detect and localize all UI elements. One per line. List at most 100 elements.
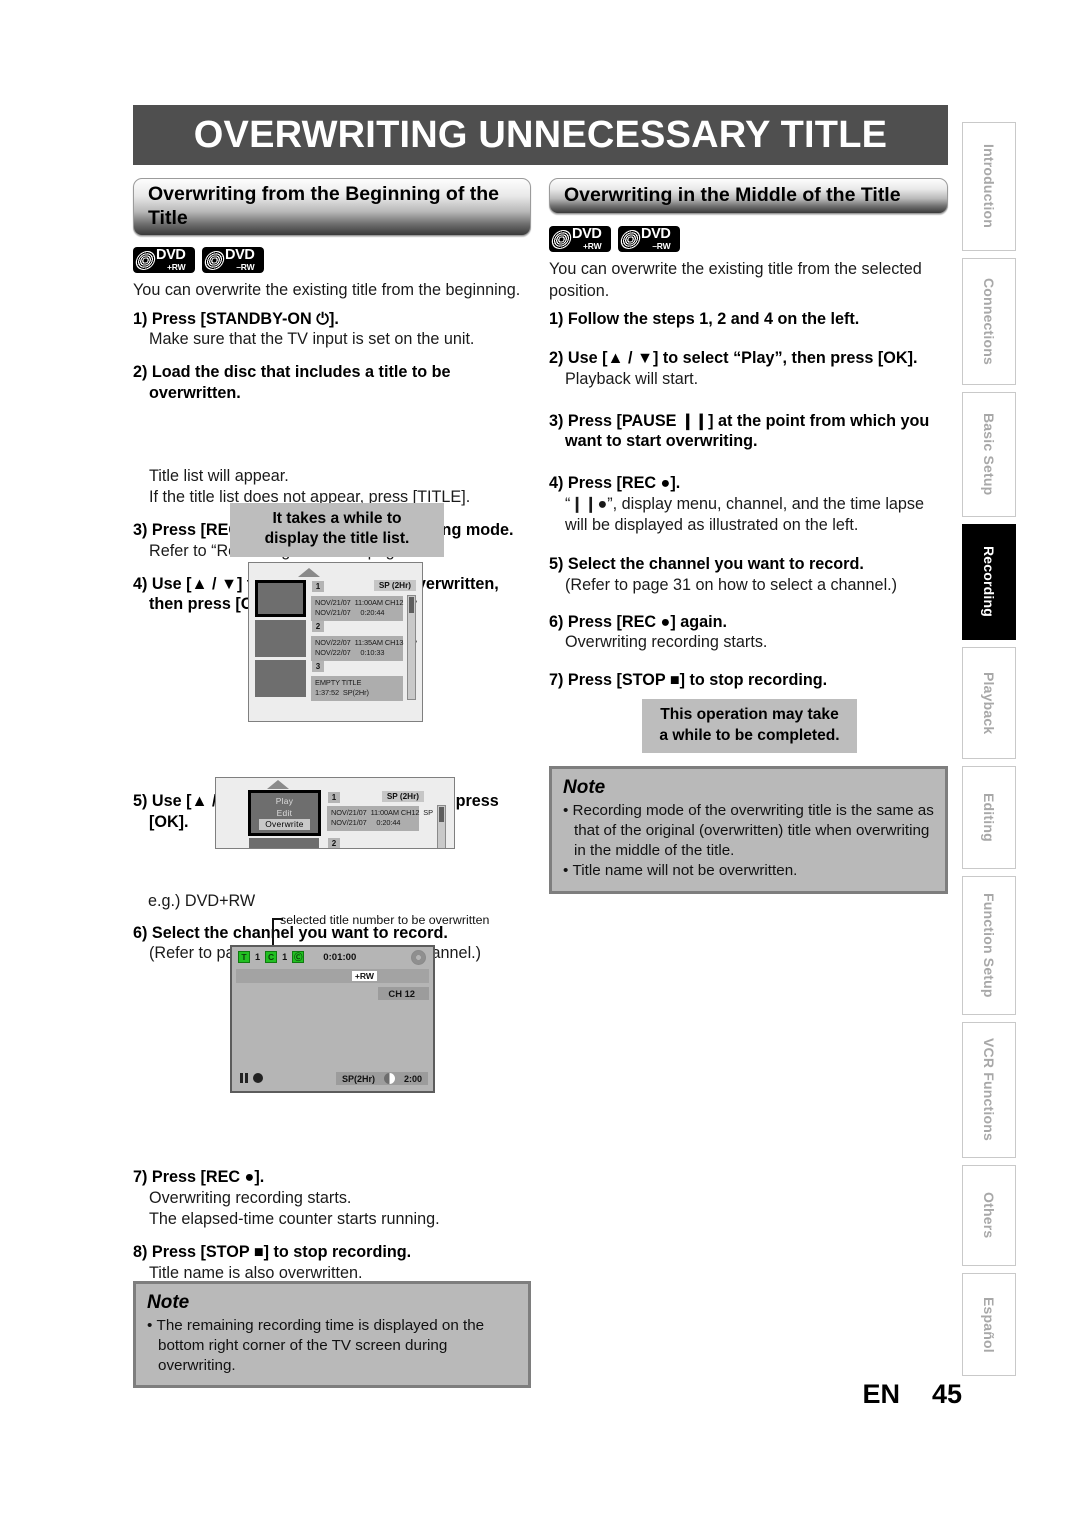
annotation-selected-title-number: selected title number to be overwritten xyxy=(280,913,490,927)
disc-icon xyxy=(618,229,643,249)
title-number-1: 1 xyxy=(312,581,324,592)
right-step-4-sub-0: “❙❙●”, display menu, channel, and the ti… xyxy=(565,494,925,534)
remaining-time-value: 2:00 xyxy=(403,1073,422,1084)
left-step-1-sub-0: Make sure that the TV input is set on th… xyxy=(149,330,475,349)
elapsed-time-value: 0:01:00 xyxy=(323,951,357,963)
tab-label: Basic Setup xyxy=(981,413,997,496)
right-step-2-sub-0: Playback will start. xyxy=(565,369,699,388)
page-footer: EN 45 xyxy=(862,1379,962,1410)
title-number-2: 2 xyxy=(328,838,340,848)
tab-label: Connections xyxy=(981,277,997,365)
footer-language: EN xyxy=(862,1379,900,1409)
rec-mode-value: SP(2Hr) xyxy=(341,1073,375,1084)
disc-badges-right: DVD +RW DVD –RW xyxy=(549,226,680,252)
note-title: Note xyxy=(563,777,606,798)
dvd-plus-rw-badge: DVD +RW xyxy=(133,247,195,273)
title-thumbnail-2[interactable] xyxy=(249,838,319,848)
section-header-right-label: Overwriting in the Middle of the Title xyxy=(564,184,901,207)
manual-page: OVERWRITING UNNECESSARY TITLE Overwritin… xyxy=(0,0,1080,1528)
menu-item-overwrite[interactable]: Overwrite xyxy=(259,819,310,830)
tab-others[interactable]: Others xyxy=(962,1164,1016,1266)
tv-osd-bottom-bar: SP(2Hr) 2:00 xyxy=(335,1072,428,1085)
right-step-7: 7) Press [STOP ■] to stop recording. xyxy=(549,670,828,689)
note-title: Note xyxy=(147,1292,190,1313)
rec-mode-badge: SP (2Hr) xyxy=(381,791,424,802)
section-header-right: Overwriting in the Middle of the Title xyxy=(549,178,948,214)
right-step-1: 1) Follow the steps 1, 2 and 4 on the le… xyxy=(549,310,860,329)
tab-label: Español xyxy=(981,1296,997,1353)
scrollbar-thumb[interactable] xyxy=(439,807,444,822)
tab-label: VCR Functions xyxy=(981,1038,997,1142)
tab-editing[interactable]: Editing xyxy=(962,765,1016,870)
disc-type-badge: +RW xyxy=(351,971,377,981)
left-step-8: 8) Press [STOP ■] to stop recording. xyxy=(133,1243,412,1262)
tab-label: Function Setup xyxy=(981,893,997,998)
tab-label: Recording xyxy=(981,546,997,618)
title-list-screenshot-2: Play Edit Overwrite 1 SP (2Hr) NOV/21/07… xyxy=(215,777,455,849)
right-step-6-sub-0: Overwriting recording starts. xyxy=(565,633,768,652)
left-step-1: 1) Press [STANDBY-ON ⏻]. xyxy=(133,309,339,328)
title-indicator-icon: T xyxy=(238,951,250,963)
note-box-left: Note • The remaining recording time is d… xyxy=(133,1281,531,1389)
title-thumbnail-selected[interactable] xyxy=(255,580,306,617)
title-thumbnail-3[interactable] xyxy=(255,660,306,697)
title-number-3: 3 xyxy=(312,661,324,672)
page-title: OVERWRITING UNNECESSARY TITLE xyxy=(193,113,888,156)
dvd-badge-main: DVD xyxy=(641,226,671,243)
dvd-badge-sub: –RW xyxy=(236,262,255,273)
title-info-2: NOV/22/07 11:35AM CH13 EP NOV/22/07 0:10:… xyxy=(311,636,417,661)
page-banner: OVERWRITING UNNECESSARY TITLE xyxy=(133,105,948,165)
dvd-badge-sub: –RW xyxy=(652,241,671,252)
dvd-minus-rw-badge: DVD –RW xyxy=(618,226,680,252)
note-item: • The remaining recording time is displa… xyxy=(147,1317,485,1374)
scrollbar-track[interactable] xyxy=(437,805,446,848)
tv-osd-topbar: T 1 C 1 Ⓒ 0:01:00 xyxy=(232,947,433,967)
right-step-6: 6) Press [REC ●] again. xyxy=(549,612,727,631)
note-item: • Recording mode of the overwriting titl… xyxy=(563,802,934,859)
rec-mode-badge: SP (2Hr) xyxy=(373,580,416,591)
disc-remaining-icon xyxy=(383,1073,395,1084)
tab-label: Introduction xyxy=(981,144,997,229)
right-step-5-sub-0: (Refer to page 31 on how to select a cha… xyxy=(565,575,898,594)
left-step-2-sub-0: Title list will appear. xyxy=(149,466,289,485)
dvd-badge-main: DVD xyxy=(572,226,602,243)
section-header-left-label: Overwriting from the Beginning of the Ti… xyxy=(148,183,499,229)
tab-basic-setup[interactable]: Basic Setup xyxy=(962,391,1016,517)
footer-page-number: 45 xyxy=(931,1379,962,1409)
right-step-5: 5) Select the channel you want to record… xyxy=(549,554,864,573)
tab-espa-ol[interactable]: Español xyxy=(962,1272,1016,1377)
title-list-screenshot-1: 1 SP (2Hr) NOV/21/07 11:00AM CH12 SP NOV/… xyxy=(248,562,423,722)
tab-vcr-functions[interactable]: VCR Functions xyxy=(962,1021,1016,1158)
left-step-7: 7) Press [REC ●]. xyxy=(133,1168,265,1187)
tab-playback[interactable]: Playback xyxy=(962,646,1016,759)
scrollbar-thumb[interactable] xyxy=(409,597,414,613)
left-step-7-sub-0: Overwriting recording starts. xyxy=(149,1189,352,1208)
right-step-2: 2) Use [▲ / ▼] to select “Play”, then pr… xyxy=(549,348,918,367)
tab-connections[interactable]: Connections xyxy=(962,257,1016,385)
tab-label: Editing xyxy=(981,793,997,842)
tab-function-setup[interactable]: Function Setup xyxy=(962,876,1016,1015)
title-thumbnail-2[interactable] xyxy=(255,620,306,657)
right-step-4: 4) Press [REC ●]. xyxy=(549,474,681,493)
right-column: You can overwrite the existing title fro… xyxy=(549,259,949,762)
chapter-indicator-icon: C xyxy=(265,951,278,963)
tv-osd-disc-band: +RW xyxy=(236,969,429,983)
title-number-2: 2 xyxy=(312,621,324,632)
scroll-up-arrow-icon xyxy=(298,568,320,577)
note-box-right: Note • Recording mode of the overwriting… xyxy=(549,766,948,894)
annotation-leader-vertical xyxy=(272,918,274,946)
title-context-menu[interactable]: Play Edit Overwrite xyxy=(248,790,321,836)
tab-recording[interactable]: Recording xyxy=(962,523,1016,640)
dvd-badge-main: DVD xyxy=(225,247,255,264)
menu-item-play[interactable]: Play xyxy=(276,796,294,807)
disc-icon xyxy=(202,250,227,270)
disc-icon xyxy=(549,229,574,249)
section-header-left: Overwriting from the Beginning of the Ti… xyxy=(133,178,531,236)
dvd-plus-rw-badge: DVD +RW xyxy=(549,226,611,252)
menu-item-edit[interactable]: Edit xyxy=(277,808,293,819)
dvd-badge-sub: +RW xyxy=(583,241,602,252)
tab-introduction[interactable]: Introduction xyxy=(962,122,1016,251)
scrollbar-track[interactable] xyxy=(407,595,416,700)
note-item: • Title name will not be overwritten. xyxy=(563,862,798,880)
channel-badge: CH 12 xyxy=(378,987,429,1000)
